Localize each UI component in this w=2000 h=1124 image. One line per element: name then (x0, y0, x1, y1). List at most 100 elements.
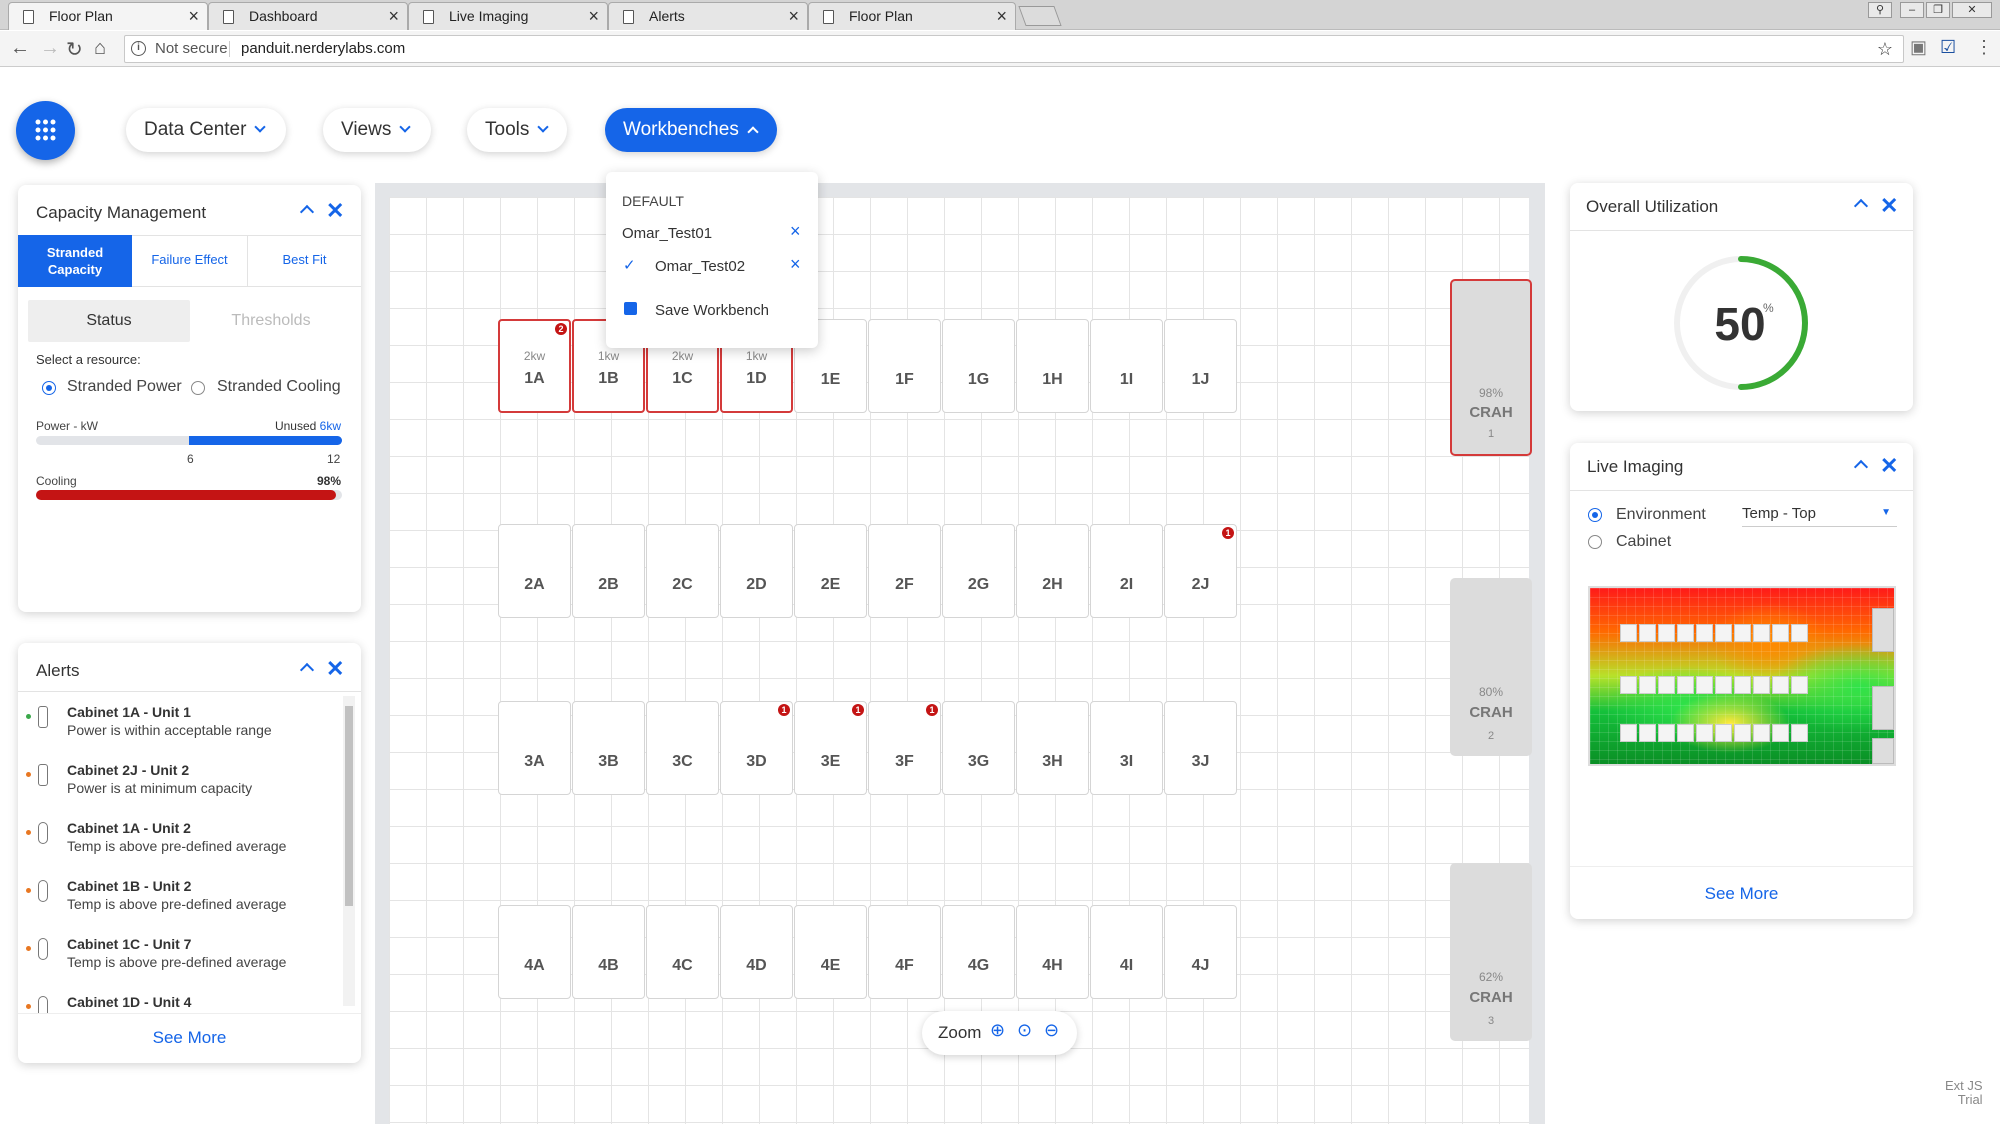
browser-tab-alerts[interactable]: Alerts × (608, 2, 808, 30)
cabinet-3i[interactable]: 3I (1090, 701, 1163, 795)
imaging-see-more-link[interactable]: See More (1570, 884, 1913, 904)
cabinet-4g[interactable]: 4G (942, 905, 1015, 999)
back-icon[interactable]: ← (10, 37, 30, 60)
cabinet-4b[interactable]: 4B (572, 905, 645, 999)
browser-tab-dashboard[interactable]: Dashboard × (208, 2, 408, 30)
cabinet-4h[interactable]: 4H (1016, 905, 1089, 999)
alert-count-badge[interactable]: 1 (1222, 527, 1234, 539)
save-workbench-button[interactable]: Save Workbench (606, 292, 818, 328)
close-icon[interactable]: ✕ (1880, 193, 1898, 219)
forward-icon[interactable]: → (40, 37, 60, 60)
zoom-in-icon[interactable]: ⊕ (990, 1020, 1005, 1041)
cabinet-4i[interactable]: 4I (1090, 905, 1163, 999)
cabinet-3b[interactable]: 3B (572, 701, 645, 795)
data-center-menu[interactable]: Data Center (126, 108, 286, 152)
cabinet-4c[interactable]: 4C (646, 905, 719, 999)
scrollbar[interactable] (343, 696, 355, 1006)
imaging-type-select[interactable]: Temp - Top ▼ (1742, 501, 1897, 527)
bookmark-star-icon[interactable]: ☆ (1877, 36, 1893, 62)
workbench-item-omar-test01[interactable]: Omar_Test01 × (606, 216, 818, 248)
cabinet-3e[interactable]: 3E 1 (794, 701, 867, 795)
cabinet-3g[interactable]: 3G (942, 701, 1015, 795)
cabinet-1a[interactable]: 2kw 1A 2 (498, 319, 571, 413)
close-icon[interactable]: ✕ (326, 656, 344, 682)
browser-tab-floor-plan-2[interactable]: Floor Plan × (808, 2, 1016, 30)
cabinet-2i[interactable]: 2I (1090, 524, 1163, 618)
restore-icon[interactable]: ❐ (1926, 2, 1950, 18)
cabinet-2d[interactable]: 2D (720, 524, 793, 618)
url-field[interactable]: i Not secure panduit.nerderylabs.com ☆ (124, 35, 1904, 63)
alert-item[interactable]: Cabinet 2J - Unit 2 Power is at minimum … (22, 762, 342, 814)
cabinet-2b[interactable]: 2B (572, 524, 645, 618)
reload-icon[interactable]: ↻ (66, 37, 83, 62)
scrollbar-thumb[interactable] (345, 706, 353, 906)
close-icon[interactable]: ✕ (1880, 453, 1898, 479)
collapse-icon[interactable] (299, 662, 315, 678)
cabinet-2f[interactable]: 2F (868, 524, 941, 618)
cabinet-4e[interactable]: 4E (794, 905, 867, 999)
cabinet-2a[interactable]: 2A (498, 524, 571, 618)
radio-stranded-cooling[interactable] (191, 381, 205, 395)
profile-icon[interactable]: ⚲ (1868, 2, 1892, 18)
workbenches-menu[interactable]: Workbenches (605, 108, 777, 152)
close-window-icon[interactable]: ✕ (1952, 2, 1992, 18)
cabinet-4j[interactable]: 4J (1164, 905, 1237, 999)
workbench-item-omar-test02[interactable]: ✓ Omar_Test02 × (606, 249, 818, 281)
alert-item[interactable]: Cabinet 1D - Unit 4 (22, 994, 342, 1013)
crah-unit-2[interactable]: 80% CRAH 2 (1450, 578, 1532, 756)
alert-item[interactable]: Cabinet 1C - Unit 7 Temp is above pre-de… (22, 936, 342, 988)
alert-count-badge[interactable]: 1 (852, 704, 864, 716)
tab-best-fit[interactable]: Best Fit (248, 235, 361, 287)
cabinet-2j[interactable]: 2J 1 (1164, 524, 1237, 618)
cabinet-1h[interactable]: 1H (1016, 319, 1089, 413)
close-tab-icon[interactable]: × (996, 3, 1007, 30)
collapse-icon[interactable] (1853, 198, 1869, 214)
cabinet-3d[interactable]: 3D 1 (720, 701, 793, 795)
cabinet-3c[interactable]: 3C (646, 701, 719, 795)
views-menu[interactable]: Views (323, 108, 431, 152)
tools-menu[interactable]: Tools (467, 108, 567, 152)
alert-count-badge[interactable]: 1 (926, 704, 938, 716)
collapse-icon[interactable] (299, 204, 315, 220)
crah-unit-3[interactable]: 62% CRAH 3 (1450, 863, 1532, 1041)
alert-count-badge[interactable]: 2 (555, 323, 567, 335)
menu-icon[interactable]: ⋮ (1975, 37, 1993, 58)
app-launcher-button[interactable] (16, 101, 75, 160)
tab-failure-effect[interactable]: Failure Effect (132, 235, 248, 287)
cabinet-2e[interactable]: 2E (794, 524, 867, 618)
radio-cabinet[interactable] (1588, 535, 1602, 549)
cabinet-1i[interactable]: 1I (1090, 319, 1163, 413)
radio-environment[interactable] (1588, 508, 1602, 522)
cabinet-1j[interactable]: 1J (1164, 319, 1237, 413)
cabinet-2g[interactable]: 2G (942, 524, 1015, 618)
alert-item[interactable]: Cabinet 1A - Unit 2 Temp is above pre-de… (22, 820, 342, 872)
close-tab-icon[interactable]: × (388, 3, 399, 30)
info-icon[interactable]: i (131, 41, 146, 56)
subtab-thresholds[interactable]: Thresholds (190, 300, 352, 342)
thermal-heatmap[interactable] (1588, 586, 1896, 766)
cabinet-3a[interactable]: 3A (498, 701, 571, 795)
browser-tab-live-imaging[interactable]: Live Imaging × (408, 2, 608, 30)
collapse-icon[interactable] (1853, 459, 1869, 475)
extension-icon[interactable]: ▣ (1910, 37, 1927, 58)
radio-stranded-power[interactable] (42, 381, 56, 395)
alert-item[interactable]: Cabinet 1A - Unit 1 Power is within acce… (22, 704, 342, 756)
cabinet-1g[interactable]: 1G (942, 319, 1015, 413)
minimize-icon[interactable]: – (1900, 2, 1924, 18)
home-icon[interactable]: ⌂ (94, 37, 106, 60)
cabinet-1f[interactable]: 1F (868, 319, 941, 413)
alert-count-badge[interactable]: 1 (778, 704, 790, 716)
cabinet-3j[interactable]: 3J (1164, 701, 1237, 795)
cabinet-3f[interactable]: 3F 1 (868, 701, 941, 795)
zoom-out-icon[interactable]: ⊖ (1044, 1020, 1059, 1041)
cabinet-4f[interactable]: 4F (868, 905, 941, 999)
close-tab-icon[interactable]: × (788, 3, 799, 30)
zoom-reset-icon[interactable]: ⊙ (1017, 1020, 1032, 1041)
cabinet-4a[interactable]: 4A (498, 905, 571, 999)
alert-item[interactable]: Cabinet 1B - Unit 2 Temp is above pre-de… (22, 878, 342, 930)
extension-check-icon[interactable]: ☑ (1940, 37, 1956, 58)
close-icon[interactable]: ✕ (326, 198, 344, 224)
delete-workbench-icon[interactable]: × (790, 221, 801, 242)
cabinet-2h[interactable]: 2H (1016, 524, 1089, 618)
cabinet-3h[interactable]: 3H (1016, 701, 1089, 795)
